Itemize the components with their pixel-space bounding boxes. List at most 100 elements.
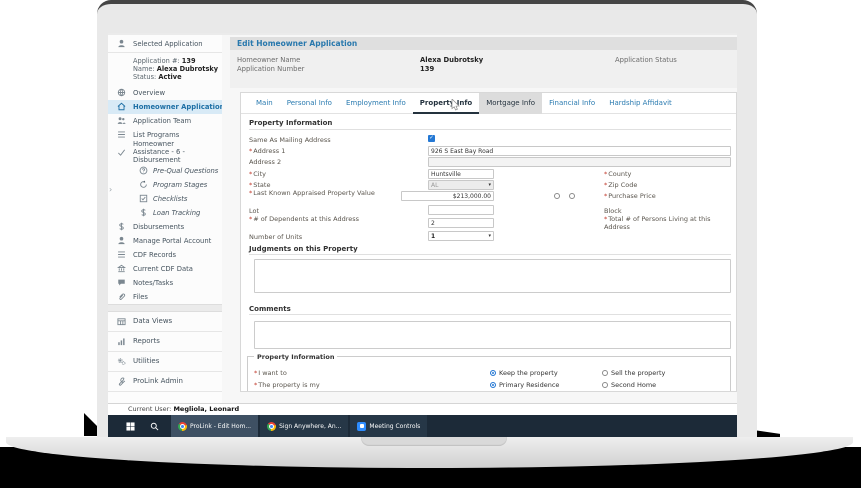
sidebar-collapse-chevron-icon[interactable]: › [109,185,112,194]
comments-textarea[interactable] [254,321,731,349]
sidebar-item-prolink-admin[interactable]: ProLink Admin [108,372,222,392]
section-property-information: Property Information [249,119,332,127]
second-home-option[interactable]: Second Home [602,381,656,389]
sell-property-option[interactable]: Sell the property [602,369,665,377]
state-select[interactable]: AL▾ [428,180,494,190]
persons-living-label: *Total # of Persons Living at this Addre… [604,215,729,231]
question-icon [139,166,148,175]
form-card: Main Personal Info Employment Info Prope… [240,92,737,392]
address1-input[interactable] [428,146,731,156]
block-label: Block [604,207,729,215]
county-label: *County [604,170,729,178]
screen-content: Selected Application Application #: 139 … [108,33,737,437]
table-icon [117,317,126,326]
laptop-shadow-wedge-right [753,430,780,437]
number-of-units-label: Number of Units [249,233,421,241]
sidebar-item-loan-tracking[interactable]: Loan Tracking [108,206,222,220]
appraised-value-label: *Last Known Appraised Property Value [249,189,421,197]
lot-input[interactable] [428,205,494,215]
chrome-icon [267,422,276,431]
sidebar-item-manage-portal-account[interactable]: Manage Portal Account [108,234,222,248]
dependents-input[interactable] [428,218,494,228]
sidebar-item-disbursements[interactable]: Disbursements [108,220,222,234]
section-divider [249,254,731,255]
appraised-radio-1[interactable] [554,193,560,199]
taskbar-task-prolink[interactable]: ProLink - Edit Hom... [171,415,258,437]
sidebar-bottom-group: Data Views Reports Utilities ProLink Adm… [108,312,222,392]
sidebar-item-homeowner-assistance[interactable]: Homeowner Assistance - 6 - Disbursement [108,142,222,164]
application-number-line: Application #: 139 [133,57,222,65]
section-divider [249,314,731,315]
homeowner-name-label: Homeowner Name [237,56,300,64]
number-of-units-select[interactable]: 1▾ [428,231,494,241]
sidebar-item-reports[interactable]: Reports [108,332,222,352]
tab-mortgage-info[interactable]: Mortgage Info [479,93,542,114]
sidebar-item-data-views[interactable]: Data Views [108,312,222,332]
sidebar-item-application-team[interactable]: Application Team [108,114,222,128]
dollar-icon [139,208,148,217]
application-number-value: 139 [420,65,434,73]
radio-selected-icon [490,370,496,376]
dependents-label: *# of Dependents at this Address [249,215,421,223]
taskbar: ProLink - Edit Hom... Sign Anywhere, An.… [108,415,737,437]
tab-personal-info[interactable]: Personal Info [280,93,339,114]
taskbar-task-meeting-controls[interactable]: Meeting Controls [350,415,427,437]
section-judgments: Judgments on this Property [249,245,358,253]
check-icon [117,148,126,157]
bank-icon [117,264,126,273]
property-information-fieldset: Property Information *I want to Keep the… [247,356,731,392]
judgments-textarea[interactable] [254,259,731,293]
chrome-icon [178,422,187,431]
tab-financial-info[interactable]: Financial Info [542,93,602,114]
sidebar-item-notes-tasks[interactable]: Notes/Tasks [108,276,222,290]
application-info-block: Application #: 139 Name: Alexa Dubrotsky… [108,53,222,86]
sidebar-divider [108,304,222,312]
speech-bubble-icon [117,278,126,287]
list-icon [117,130,126,139]
page-title: Edit Homeowner Application [230,37,737,50]
bar-chart-icon [117,337,126,346]
tab-employment-info[interactable]: Employment Info [339,93,413,114]
appraised-radio-2[interactable] [569,193,575,199]
tab-hardship-affidavit[interactable]: Hardship Affidavit [602,93,679,114]
current-user-bar: Current User: Megliola, Leonard [108,403,737,415]
zip-code-label: *Zip Code [604,181,729,189]
sidebar-item-program-stages[interactable]: Program Stages [108,178,222,192]
sidebar-item-cdf-records[interactable]: CDF Records [108,248,222,262]
address1-label: *Address 1 [249,147,421,155]
city-label: *City [249,170,421,178]
address2-input[interactable] [428,157,731,167]
sidebar-item-checklists[interactable]: Checklists [108,192,222,206]
application-summary-bar: Homeowner Name Application Number Alexa … [230,50,737,88]
radio-icon [602,382,608,388]
section-divider [249,129,731,130]
appraised-value-input[interactable] [401,191,494,201]
same-as-mailing-checkbox[interactable]: ✓ [428,135,435,142]
keep-property-option[interactable]: Keep the property [490,369,558,377]
tab-main[interactable]: Main [249,93,280,114]
sidebar-selected-application[interactable]: Selected Application [108,35,222,53]
person-icon [117,39,126,48]
checklist-icon [139,194,148,203]
meeting-controls-icon [357,422,366,431]
i-want-to-row: *I want to Keep the property Sell the pr… [248,369,730,377]
property-is-my-row: *The property is my Primary Residence Se… [248,381,730,389]
state-label: *State [249,181,421,189]
sidebar-item-pre-qual-questions[interactable]: Pre-Qual Questions [108,164,222,178]
gears-icon [117,357,126,366]
sidebar-item-current-cdf-data[interactable]: Current CDF Data [108,262,222,276]
sidebar: Selected Application Application #: 139 … [108,35,222,403]
person-icon [117,236,126,245]
records-icon [117,250,126,259]
homeowner-name-value: Alexa Dubrotsky [420,56,483,64]
sidebar-item-files[interactable]: Files [108,290,222,304]
search-icon[interactable] [150,422,159,431]
taskbar-task-sign-anywhere[interactable]: Sign Anywhere, An... [260,415,348,437]
tab-property-info[interactable]: Property Info [413,93,479,114]
city-input[interactable] [428,169,494,179]
sidebar-item-homeowner-application[interactable]: Homeowner Application [108,100,222,114]
sidebar-item-overview[interactable]: Overview [108,86,222,100]
primary-residence-option[interactable]: Primary Residence [490,381,559,389]
windows-start-icon[interactable] [126,422,135,431]
sidebar-item-utilities[interactable]: Utilities [108,352,222,372]
